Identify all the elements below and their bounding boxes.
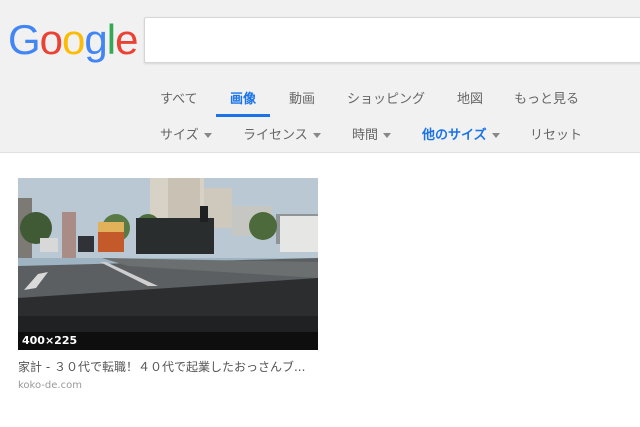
tab-label: 地図 (457, 92, 484, 107)
result-domain[interactable]: koko-de.com (18, 380, 318, 391)
tab-label: すべて (160, 92, 198, 107)
dashcam-street-image (18, 178, 318, 350)
tool-time[interactable]: 時間 (352, 124, 392, 143)
image-result: 400×225 家計 - ３０代で転職！４０代で起業したおっさんブ... kok… (18, 178, 318, 391)
logo-letter: l (106, 16, 116, 63)
tab-videos[interactable]: 動画 (289, 88, 315, 120)
chevron-down-icon (312, 133, 321, 138)
tab-label: ショッピング (347, 92, 426, 107)
logo-letter: e (115, 16, 138, 63)
tab-label: 動画 (289, 92, 316, 107)
tool-label: 時間 (352, 128, 379, 143)
tab-shopping[interactable]: ショッピング (347, 88, 425, 120)
tab-label: 画像 (230, 92, 257, 107)
result-title[interactable]: 家計 - ３０代で転職！４０代で起業したおっさんブ... (18, 358, 318, 375)
tool-label: 他のサイズ (422, 128, 487, 143)
image-dimensions: 400×225 (18, 332, 318, 350)
tool-other-sizes[interactable]: 他のサイズ (422, 124, 500, 143)
tab-all[interactable]: すべて (160, 88, 198, 120)
tab-more[interactable]: もっと見る (514, 88, 579, 120)
chevron-down-icon (203, 133, 212, 138)
tool-license[interactable]: ライセンス (243, 124, 321, 143)
tab-label: もっと見る (514, 92, 580, 107)
active-tab-underline (216, 114, 271, 117)
result-thumbnail[interactable]: 400×225 (18, 178, 318, 350)
tool-reset[interactable]: リセット (530, 124, 582, 143)
logo-letter: o (39, 16, 63, 63)
tool-size[interactable]: サイズ (160, 124, 212, 143)
tool-label: ライセンス (243, 128, 308, 143)
google-logo[interactable]: Google (8, 14, 138, 66)
logo-letter: o (62, 16, 85, 63)
chevron-down-icon (491, 133, 500, 138)
tab-images[interactable]: 画像 (216, 88, 271, 120)
search-input[interactable] (145, 18, 640, 62)
logo-letter: G (8, 16, 41, 63)
header-bar: Google すべて 画像 動画 ショッピング 地図 もっと見る サイズ ライセ… (0, 0, 640, 153)
search-box[interactable] (144, 17, 640, 63)
logo-letter: g (84, 16, 107, 63)
tool-label: サイズ (160, 128, 199, 143)
chevron-down-icon (383, 133, 392, 138)
tool-label: リセット (530, 128, 583, 143)
tab-maps[interactable]: 地図 (457, 88, 483, 120)
